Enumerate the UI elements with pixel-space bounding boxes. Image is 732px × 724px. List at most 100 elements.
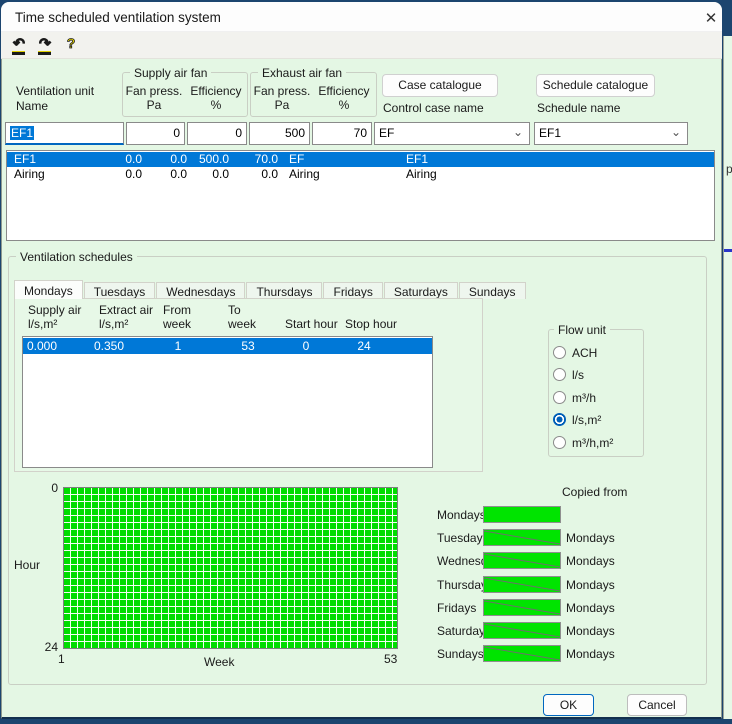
exhaust-efficiency-header: Efficiency % (314, 84, 374, 112)
copied-source-label: Mondays (566, 601, 615, 615)
copied-diagonal-line (484, 646, 560, 661)
flow-unit-title: Flow unit (554, 323, 610, 337)
flow-unit-option-label: m³/h (572, 391, 596, 405)
schedule-cell: 0.350 (94, 338, 154, 354)
undo-icon[interactable]: ↶ (9, 35, 29, 55)
x-axis-left-tick: 1 (58, 652, 65, 666)
x-axis-right-tick: 53 (384, 652, 397, 666)
copied-diagonal-line (484, 553, 560, 568)
unit-cell-v4: 70.0 (233, 152, 278, 167)
tab-tuesdays[interactable]: Tuesdays (84, 282, 156, 299)
x-axis-label: Week (204, 655, 234, 669)
tab-saturdays[interactable]: Saturdays (384, 282, 458, 299)
copied-day-bar (483, 506, 561, 523)
supply-efficiency-input[interactable]: 0 (187, 122, 247, 145)
background-window-sliver: p (723, 36, 732, 719)
radio-icon[interactable] (553, 391, 566, 404)
unit-cell-name: Airing (14, 167, 104, 182)
chevron-down-icon[interactable]: ⌄ (513, 122, 523, 143)
tab-fridays[interactable]: Fridays (323, 282, 382, 299)
copied-diagonal-line (484, 600, 560, 615)
unit-cell-v3: 500.0 (179, 152, 229, 167)
schedule-name-combo[interactable]: EF1⌄ (534, 122, 688, 145)
unit-list-row[interactable]: Airing0.00.00.00.0AiringAiring (7, 167, 714, 182)
schedule-cell: 0 (284, 338, 328, 354)
tab-sundays[interactable]: Sundays (459, 282, 526, 299)
title-bar[interactable]: Time scheduled ventilation system ✕ (1, 2, 722, 32)
copied-day-bar (483, 552, 561, 569)
tab-mondays[interactable]: Mondays (14, 280, 83, 299)
copied-day-label: Sundays (437, 647, 484, 661)
copied-day-bar (483, 622, 561, 639)
schedule-row[interactable]: 0.0000.350153024 (23, 338, 432, 354)
copied-source-label: Mondays (566, 554, 615, 568)
copied-source-label: Mondays (566, 624, 615, 638)
schedule-name-label: Schedule name (537, 101, 620, 115)
flow-unit-option-m-h-m-[interactable]: m³/h,m² (553, 435, 641, 451)
flow-unit-option-label: l/s,m² (572, 413, 601, 427)
control-case-name-combo[interactable]: EF⌄ (374, 122, 530, 145)
schedule-col-header: From week (163, 303, 191, 331)
ok-button[interactable]: OK (543, 694, 594, 716)
copied-source-label: Mondays (566, 531, 615, 545)
flow-unit-option-l-s-m-[interactable]: l/s,m² (553, 412, 641, 428)
screen: Time scheduled ventilation system ✕ ↶↷? … (0, 0, 732, 724)
help-icon[interactable]: ? (61, 35, 81, 55)
tab-wednesdays[interactable]: Wednesdays (156, 282, 245, 299)
redo-icon[interactable]: ↷ (35, 35, 55, 55)
copied-diagonal-line (484, 577, 560, 592)
control-case-name-label: Control case name (383, 101, 484, 115)
supply-efficiency-header: Efficiency % (186, 84, 246, 112)
flow-unit-option-m-h[interactable]: m³/h (553, 390, 641, 406)
copied-day-bar (483, 576, 561, 593)
unit-cell-v3: 0.0 (179, 167, 229, 182)
y-axis-label: Hour (14, 558, 40, 572)
exhaust-air-fan-title: Exhaust air fan (258, 66, 346, 80)
copied-day-label: Fridays (437, 601, 476, 615)
schedule-cell: 1 (156, 338, 200, 354)
copied-day-bar (483, 599, 561, 616)
ventilation-unit-list[interactable]: EF10.00.0500.070.0EFEF1Airing0.00.00.00.… (6, 150, 715, 241)
unit-cell-v1: 0.0 (102, 152, 142, 167)
copied-diagonal-line (484, 623, 560, 638)
y-axis-top-tick: 0 (36, 481, 58, 495)
unit-list-row[interactable]: EF10.00.0500.070.0EFEF1 (7, 152, 714, 167)
case-catalogue-button[interactable]: Case catalogue (382, 74, 498, 97)
radio-icon[interactable] (553, 346, 566, 359)
cancel-button[interactable]: Cancel (627, 694, 687, 716)
copied-day-bar (483, 645, 561, 662)
radio-icon[interactable] (553, 368, 566, 381)
schedule-col-header: Start hour (285, 317, 338, 331)
radio-icon[interactable] (553, 413, 566, 426)
flow-unit-option-l-s[interactable]: l/s (553, 367, 641, 383)
exhaust-efficiency-input[interactable]: 70 (312, 122, 372, 145)
unit-cell-schedule: EF1 (406, 152, 526, 167)
flow-unit-option-ach[interactable]: ACH (553, 345, 641, 361)
radio-icon[interactable] (553, 436, 566, 449)
flow-unit-option-label: m³/h,m² (572, 436, 613, 450)
ventilation-unit-label: Ventilation unit (16, 84, 94, 98)
unit-cell-schedule: Airing (406, 167, 526, 182)
selected-text: EF1 (10, 126, 34, 140)
schedule-list[interactable]: 0.0000.350153024 (22, 336, 433, 468)
exhaust-fan-press-input[interactable]: 500 (249, 122, 310, 145)
schedule-cell: 53 (226, 338, 270, 354)
schedule-catalogue-button[interactable]: Schedule catalogue (536, 74, 655, 97)
close-icon[interactable]: ✕ (698, 9, 724, 29)
schedule-heatmap-chart[interactable] (63, 487, 398, 649)
unit-cell-name: EF1 (14, 152, 104, 167)
ventilation-schedules-title: Ventilation schedules (16, 250, 137, 264)
flow-unit-option-label: l/s (572, 368, 584, 382)
supply-fan-press-input[interactable]: 0 (126, 122, 185, 145)
schedule-col-header: Stop hour (345, 317, 397, 331)
tab-thursdays[interactable]: Thursdays (246, 282, 322, 299)
ventilation-unit-name-input[interactable]: EF1 (5, 122, 124, 145)
chevron-down-icon[interactable]: ⌄ (671, 122, 681, 143)
copied-from-header: Copied from (562, 485, 627, 499)
ventilation-unit-name-label: Name (16, 99, 48, 113)
copied-day-label: Mondays (437, 508, 486, 522)
supply-fan-press-header: Fan press. Pa (124, 84, 184, 112)
schedule-col-header: Supply air l/s,m² (28, 303, 81, 331)
schedule-cell: 24 (342, 338, 386, 354)
window-title: Time scheduled ventilation system (15, 10, 221, 25)
